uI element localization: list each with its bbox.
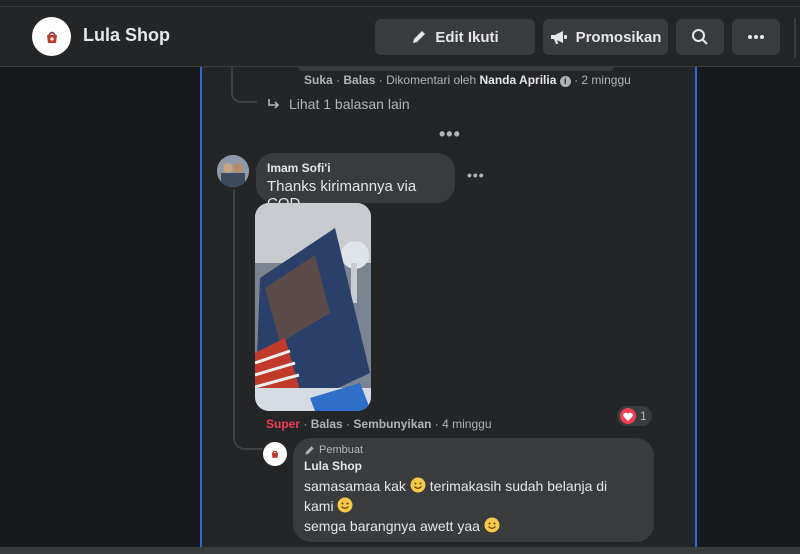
reply-avatar[interactable] [263, 442, 287, 466]
page-header: Lula Shop Edit Ikuti Promosikan [0, 0, 800, 67]
megaphone-icon [550, 31, 567, 44]
like-link[interactable]: Suka [304, 73, 333, 87]
view-more-replies[interactable]: Lihat 1 balasan lain [267, 96, 410, 112]
previous-comment-bubble [298, 67, 614, 71]
avatar-photo [217, 155, 249, 187]
reply-line-2: kami [304, 498, 334, 514]
reply-arrow-icon [268, 99, 280, 109]
shop-logo-icon [271, 450, 279, 458]
smile-emoji-icon [484, 517, 500, 533]
comment-options-icon[interactable]: ••• [467, 167, 485, 183]
edit-follow-button[interactable]: Edit Ikuti [375, 19, 535, 55]
pencil-icon [413, 31, 426, 43]
page-title[interactable]: Lula Shop [83, 25, 170, 46]
commenter-name[interactable]: Nanda Aprilia [479, 73, 556, 87]
reply-author[interactable]: Lula Shop [304, 459, 643, 473]
comment-time[interactable]: 2 minggu [581, 73, 630, 87]
hide-link[interactable]: Sembunyikan [353, 417, 431, 431]
comment-photo[interactable] [255, 203, 371, 411]
comment-actions: Super · Balas · Sembunyikan · 4 minggu [266, 417, 492, 431]
reply-link[interactable]: Balas [343, 73, 375, 87]
more-comments-icon[interactable]: ••• [439, 124, 461, 145]
reaction-count: 1 [640, 409, 647, 423]
reply-line-1: samasamaa kak [304, 478, 406, 494]
info-icon[interactable]: i [559, 76, 571, 87]
reply-line-3: semga barangnya awett yaa [304, 518, 480, 534]
reply-line-1b: terimakasih sudah belanja di [429, 478, 608, 494]
pencil-icon [305, 445, 314, 455]
view-more-replies-label: Lihat 1 balasan lain [289, 96, 410, 112]
package-photo [255, 203, 371, 411]
commenter-avatar[interactable] [217, 155, 249, 187]
reaction-badge[interactable]: 1 [617, 406, 652, 426]
thread-connector [231, 67, 257, 103]
comment-author[interactable]: Imam Sofi'i [267, 161, 444, 175]
search-icon [692, 29, 708, 45]
page-logo[interactable] [32, 17, 71, 56]
reply-text: samasamaa kak terimakasih sudah belanja … [304, 476, 643, 536]
top-divider [0, 6, 800, 7]
header-edge [794, 18, 796, 58]
author-badge: Pembuat [304, 444, 643, 456]
comment-time[interactable]: 4 minggu [442, 417, 491, 431]
heart-icon [620, 408, 636, 424]
commented-by-label: Dikomentari oleh [386, 73, 477, 87]
reply-bubble: Pembuat Lula Shop samasamaa kak terimaka… [293, 438, 654, 542]
search-button[interactable] [676, 19, 724, 55]
smile-emoji-icon [337, 497, 353, 513]
more-options-button[interactable] [732, 19, 780, 55]
reply-link[interactable]: Balas [311, 417, 343, 431]
author-badge-label: Pembuat [319, 444, 364, 456]
smile-emoji-icon [410, 477, 426, 493]
edit-follow-label: Edit Ikuti [435, 28, 499, 46]
reaction-link[interactable]: Super [266, 417, 300, 431]
more-icon [748, 35, 764, 39]
bottom-edge [0, 547, 800, 554]
promote-label: Promosikan [575, 28, 662, 46]
comment-bubble: Imam Sofi'i Thanks kirimannya via COD [256, 153, 455, 212]
shop-logo-icon [46, 31, 57, 43]
previous-comment-actions: Suka · Balas · Dikomentari oleh Nanda Ap… [304, 73, 631, 87]
promote-button[interactable]: Promosikan [543, 19, 668, 55]
